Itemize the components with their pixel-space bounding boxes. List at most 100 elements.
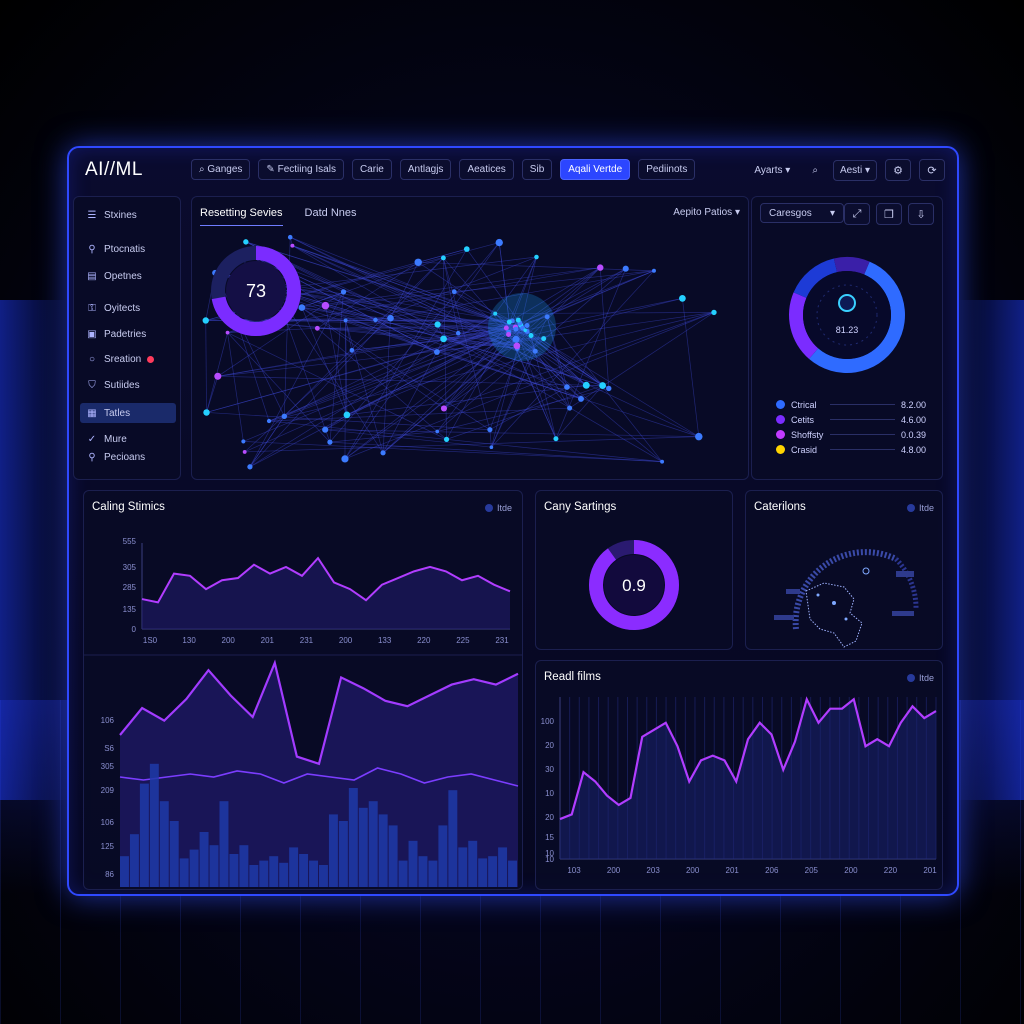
nav-button[interactable]: ✎ Fectiing Isals	[258, 159, 344, 180]
alert-dot	[147, 355, 155, 363]
x-tick: 133	[378, 636, 392, 645]
account-menu[interactable]: Aesti ▾	[832, 159, 877, 181]
network-node	[599, 382, 606, 389]
bar	[338, 821, 348, 887]
sidebar-item[interactable]: ⚲ Ptocnatis	[80, 239, 176, 259]
sidebar-item[interactable]: ✓ Mure	[80, 429, 176, 449]
network-node	[528, 333, 534, 339]
sidebar-item[interactable]: ☰ Stxines	[80, 205, 176, 225]
network-node	[214, 372, 222, 380]
legend-swatch	[776, 415, 785, 424]
bar	[309, 860, 318, 887]
x-tick: 201	[261, 636, 275, 645]
locations-panel: Caterilons Itde	[745, 490, 943, 650]
recent-area	[560, 699, 936, 859]
y-tick: 20	[545, 813, 554, 822]
network-node	[241, 439, 246, 444]
network-node	[678, 294, 686, 302]
bar	[418, 856, 428, 887]
recent-chart: 10020301020151010103 200 203 200 201 206 205 20…	[541, 696, 937, 875]
nav-button[interactable]: Aqali Vertde	[560, 159, 631, 180]
legend-label: Shoffsty	[791, 429, 824, 440]
legend-value: 4.6.00	[900, 414, 926, 425]
sidebar-item[interactable]: ○ Sreation	[80, 349, 176, 369]
nav-button[interactable]: Antlagjs	[399, 159, 452, 180]
settings-icon[interactable]: ⚙	[885, 159, 911, 181]
wand-icon: ⚲	[88, 451, 96, 463]
nav-button[interactable]: Aeatices	[459, 159, 514, 180]
dashboard-window: AI//ML ⌕ Ganges ✎ Fectiing Isals Carie Antl…	[67, 146, 959, 896]
network-node	[322, 426, 329, 433]
x-tick: 231	[300, 636, 314, 645]
y-tick: 305	[101, 762, 115, 771]
nav-label: Ganges	[207, 164, 243, 175]
settings-gauge: 0.9	[589, 540, 679, 630]
x-tick: 201	[923, 866, 937, 875]
circle-icon: ○	[88, 353, 96, 365]
legend-label: Cetits	[791, 414, 815, 425]
export-icon[interactable]: ⇩	[908, 203, 934, 225]
sidebar-item[interactable]: ▣ Padetries	[80, 324, 176, 344]
network-node	[434, 321, 441, 328]
x-tick: 225	[456, 636, 470, 645]
bar	[448, 790, 458, 887]
network-node	[349, 348, 355, 353]
network-node	[455, 330, 461, 336]
sidebar-item[interactable]: ▦ Tatles	[80, 403, 176, 423]
categories-donut: 81.23	[789, 257, 905, 373]
nav-label: Carie	[359, 164, 384, 175]
network-node	[387, 314, 394, 322]
nav-label: Antlagjs	[407, 164, 444, 175]
legend-swatch	[776, 400, 785, 409]
sidebar-item[interactable]: ⛉ Sutiides	[80, 375, 176, 395]
network-node	[578, 395, 584, 402]
score-value: 73	[246, 281, 266, 301]
copy-icon[interactable]: ❐	[876, 203, 902, 225]
x-tick: 200	[222, 636, 236, 645]
legend-swatch	[776, 430, 785, 439]
search-icon[interactable]: ⌕	[805, 160, 825, 181]
network-node	[695, 432, 703, 441]
categories-dropdown[interactable]: Caresgos ▾	[760, 203, 844, 223]
network-edge	[243, 441, 663, 463]
y-tick: 285	[123, 583, 137, 592]
x-tick: 200	[844, 866, 858, 875]
nav-button[interactable]: ⌕ Ganges	[191, 159, 251, 180]
network-node	[287, 234, 293, 240]
y-tick: 10	[545, 855, 554, 864]
sidebar-item-label: Ptocnatis	[104, 243, 146, 255]
network-edge	[206, 376, 219, 413]
y-tick: 209	[101, 786, 115, 795]
legend-label: Ctrical	[791, 399, 817, 410]
network-node	[373, 317, 378, 323]
network-node	[544, 314, 550, 320]
y-tick: 125	[101, 842, 115, 851]
network-node	[414, 258, 422, 266]
top-bar: AI//ML ⌕ Ganges ✎ Fectiing Isals Carie Antl…	[69, 148, 957, 192]
table-icon: ▦	[87, 407, 97, 419]
y-tick: 10	[545, 789, 554, 798]
sidebar-item-label: Pecioans	[104, 451, 146, 463]
top-right-controls: Ayarts ▾ ⌕ Aesti ▾ ⚙ ⟳	[747, 159, 945, 181]
nav-label: Aeatices	[467, 164, 506, 175]
y-tick: 305	[123, 563, 137, 572]
user-menu[interactable]: Ayarts ▾	[747, 160, 797, 181]
nav-button[interactable]: Pediinots	[638, 159, 696, 180]
sidebar-item-label: Opetnes	[104, 270, 142, 282]
sidebar-item[interactable]: ⚿ Oyitects	[80, 298, 176, 318]
bar	[189, 849, 199, 887]
nav-button[interactable]: Carie	[351, 159, 392, 180]
bar	[408, 840, 418, 887]
top-nav: ⌕ Ganges ✎ Fectiing Isals Carie Antlagjs Aea…	[191, 159, 696, 180]
share-icon[interactable]: ⟳	[919, 159, 945, 181]
x-tick: 220	[417, 636, 431, 645]
expand-icon[interactable]: ⤢	[844, 203, 870, 225]
network-node	[343, 411, 351, 419]
sidebar-item[interactable]: ⚲ Pecioans	[80, 447, 176, 467]
network-node	[597, 264, 604, 271]
bar	[358, 807, 368, 887]
x-tick: 130	[182, 636, 196, 645]
network-edge	[206, 332, 228, 413]
sidebar-item[interactable]: ▤ Opetnes	[80, 266, 176, 286]
nav-button[interactable]: Sib	[521, 159, 553, 180]
